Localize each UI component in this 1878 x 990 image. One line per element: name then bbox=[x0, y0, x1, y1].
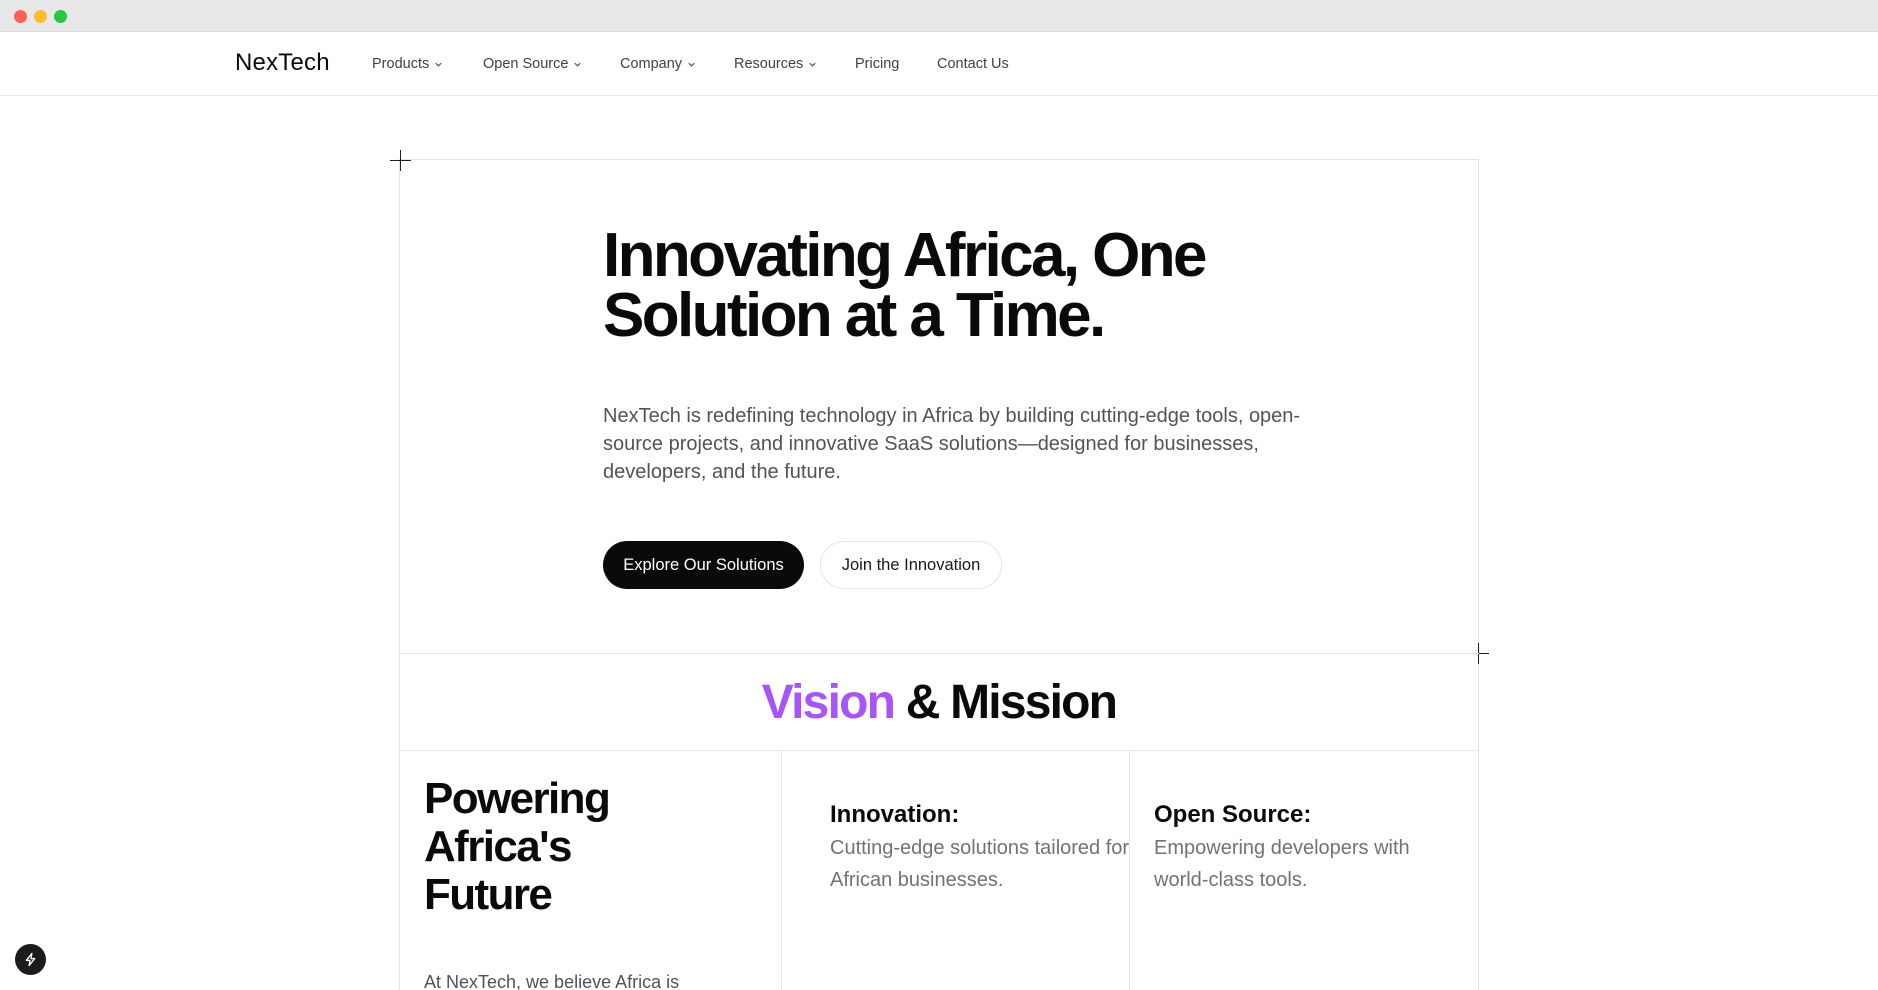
hero-title-line: Solution at a Time. bbox=[603, 281, 1106, 350]
close-window-button[interactable] bbox=[14, 10, 27, 23]
column-divider bbox=[781, 751, 782, 990]
vision-mission-heading: Vision & Mission bbox=[399, 675, 1479, 731]
heading-accent: Vision bbox=[761, 676, 896, 729]
top-navbar: NexTech Products Open Source Company Res… bbox=[0, 32, 1878, 96]
nav-item-label: Resources bbox=[734, 56, 804, 72]
vision-body-text: At NexTech, we believe Africa is bbox=[424, 972, 680, 990]
title-line: Future bbox=[424, 870, 553, 919]
nav-item-resources[interactable]: Resources bbox=[734, 56, 817, 72]
innovation-title: Innovation: bbox=[830, 801, 960, 828]
hero-title: Innovating Africa, One Solution at a Tim… bbox=[603, 221, 1303, 350]
nav-item-label: Open Source bbox=[483, 56, 569, 72]
minimize-window-button[interactable] bbox=[34, 10, 47, 23]
explore-solutions-button[interactable]: Explore Our Solutions bbox=[603, 541, 804, 589]
nextech-logo[interactable]: NexTech bbox=[235, 49, 330, 77]
title-line: Powering bbox=[424, 774, 611, 823]
chevron-down-icon bbox=[688, 62, 695, 67]
powering-africa-title: Powering Africa's Future bbox=[424, 775, 744, 919]
title-line: Africa's bbox=[424, 822, 572, 871]
nav-item-products[interactable]: Products bbox=[372, 56, 443, 72]
nav-item-label: Pricing bbox=[855, 56, 900, 72]
nav-item-label: Products bbox=[372, 56, 430, 72]
heading-rest: & Mission bbox=[905, 676, 1118, 729]
hero-description: NexTech is redefining technology in Afri… bbox=[603, 405, 1301, 483]
hero-title-line: Innovating Africa, One bbox=[603, 221, 1208, 290]
join-innovation-button[interactable]: Join the Innovation bbox=[820, 541, 1002, 589]
chevron-down-icon bbox=[809, 62, 816, 67]
nav-item-open-source[interactable]: Open Source bbox=[483, 56, 582, 72]
nav-item-label: Contact Us bbox=[937, 56, 1009, 72]
nav-item-company[interactable]: Company bbox=[620, 56, 696, 72]
nav-item-contact-us[interactable]: Contact Us bbox=[937, 56, 1009, 72]
nav-item-label: Company bbox=[620, 56, 683, 72]
chevron-down-icon bbox=[435, 62, 442, 67]
bolt-icon bbox=[25, 952, 36, 967]
open-source-text: Empowering developers with world-class t… bbox=[1154, 837, 1410, 891]
nav-item-pricing[interactable]: Pricing bbox=[855, 56, 899, 72]
chevron-down-icon bbox=[574, 62, 582, 67]
corner-plus-marker bbox=[390, 150, 411, 171]
open-source-title: Open Source: bbox=[1154, 801, 1312, 828]
bolt-badge-button[interactable] bbox=[15, 944, 46, 975]
zoom-window-button[interactable] bbox=[54, 10, 67, 23]
section-divider bbox=[399, 750, 1479, 751]
window-titlebar bbox=[0, 0, 1878, 32]
innovation-text: Cutting-edge solutions tailored for Afri… bbox=[830, 837, 1130, 891]
section-divider bbox=[399, 653, 1479, 654]
